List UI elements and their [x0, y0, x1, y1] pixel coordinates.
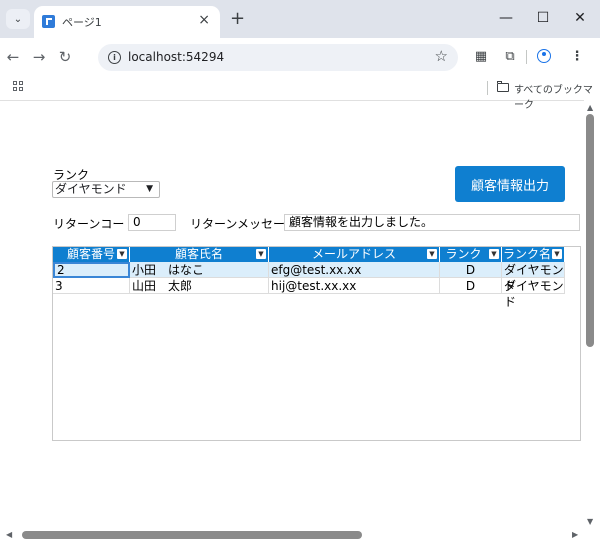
table-cell[interactable]: D	[440, 278, 502, 294]
column-header-label: ランク	[445, 247, 482, 261]
column-header-rank-name[interactable]: ランク名 ▼	[502, 247, 565, 262]
scroll-down-icon[interactable]: ▼	[587, 517, 593, 526]
apps-icon[interactable]	[13, 81, 25, 93]
table-cell[interactable]: hij@test.xx.xx	[269, 278, 440, 294]
extensions-icon[interactable]: ⧉	[501, 49, 519, 64]
rank-select[interactable]: ダイヤモンド ▼	[52, 181, 160, 198]
column-header-label: 顧客番号	[66, 247, 115, 261]
maximize-button[interactable]: ☐	[531, 10, 555, 26]
more-icon[interactable]: ⋮	[568, 49, 586, 64]
browser-tab[interactable]: ページ1 ×	[34, 6, 220, 38]
table-cell[interactable]: efg@test.xx.xx	[269, 262, 440, 278]
tab-strip: ⌄ ページ1 × + — ☐ ✕	[0, 0, 600, 38]
bookmarks-bar: すべてのブックマーク	[0, 76, 600, 111]
folder-icon[interactable]	[497, 81, 509, 92]
table-cell[interactable]: ダイヤモンド	[502, 262, 565, 293]
minimize-button[interactable]: —	[494, 10, 518, 26]
return-message-label: リターンメッセージ	[190, 217, 297, 231]
toolbar-divider	[526, 50, 527, 64]
tab-search-button[interactable]: ⌄	[6, 9, 30, 29]
forward-button[interactable]: →	[30, 48, 48, 66]
table-cell[interactable]: 3	[53, 278, 130, 294]
url-text[interactable]: localhost:54294	[128, 50, 224, 64]
page-favicon-icon	[42, 15, 55, 28]
address-bar[interactable]: i localhost:54294 ☆	[98, 44, 458, 71]
qr-code-icon[interactable]: ▦	[472, 49, 490, 64]
bookmarks-divider	[487, 81, 488, 95]
filter-dropdown-icon[interactable]: ▼	[489, 249, 499, 259]
info-icon[interactable]: i	[108, 51, 121, 64]
table-cell[interactable]: ダイヤモンド	[502, 278, 565, 309]
table-cell[interactable]: 小田 はなこ	[130, 262, 269, 278]
filter-dropdown-icon[interactable]: ▼	[256, 249, 266, 259]
table-cell[interactable]: D	[440, 262, 502, 278]
filter-dropdown-icon[interactable]: ▼	[117, 249, 127, 259]
profile-icon[interactable]	[537, 49, 551, 63]
chevron-down-icon: ⌄	[13, 13, 23, 25]
column-header-email[interactable]: メールアドレス ▼	[269, 247, 440, 262]
star-icon[interactable]: ☆	[435, 47, 448, 65]
tab-title: ページ1	[62, 16, 102, 29]
return-code-field[interactable]: 0	[128, 214, 176, 231]
back-button[interactable]: ←	[4, 48, 22, 66]
column-header-label: メールアドレス	[311, 247, 396, 261]
filter-dropdown-icon[interactable]: ▼	[427, 249, 437, 259]
close-window-button[interactable]: ✕	[568, 10, 592, 26]
column-header-rank[interactable]: ランク ▼	[440, 247, 502, 262]
column-header-customer-name[interactable]: 顧客氏名 ▼	[130, 247, 269, 262]
table-cell[interactable]: 山田 太郎	[130, 278, 269, 294]
tab-close-icon[interactable]: ×	[198, 12, 210, 28]
dropdown-arrow-icon: ▼	[146, 184, 153, 194]
column-header-customer-number[interactable]: 顧客番号 ▼	[53, 247, 130, 262]
export-customer-button[interactable]: 顧客情報出力	[455, 166, 565, 202]
reload-button[interactable]: ↻	[56, 48, 74, 66]
return-message-field[interactable]: 顧客情報を出力しました。	[284, 214, 580, 231]
browser-toolbar: ← → ↻ i localhost:54294 ☆ ▦ ⧉ ⋮	[0, 38, 600, 76]
new-tab-button[interactable]: +	[230, 8, 245, 29]
vertical-scroll-thumb[interactable]	[586, 114, 594, 347]
column-header-label: ランク名	[502, 247, 551, 261]
return-code-label: リターンコード	[53, 217, 137, 231]
table-cell[interactable]: 2	[53, 262, 130, 278]
horizontal-scroll-thumb[interactable]	[22, 531, 362, 539]
column-header-label: 顧客氏名	[174, 247, 223, 261]
rank-select-value: ダイヤモンド	[55, 182, 127, 196]
filter-dropdown-icon[interactable]: ▼	[552, 249, 562, 259]
scroll-left-icon[interactable]: ◀	[6, 530, 12, 539]
scroll-right-icon[interactable]: ▶	[572, 530, 578, 539]
scroll-up-icon[interactable]: ▲	[587, 103, 593, 112]
